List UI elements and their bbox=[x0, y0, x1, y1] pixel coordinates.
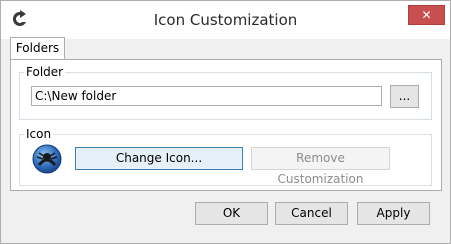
folder-group-label: Folder bbox=[24, 65, 66, 79]
tab-panel: Folder ... Icon Change Icon... bbox=[10, 59, 442, 191]
icon-customization-window: Icon Customization ✕ Folders Folder ... … bbox=[0, 0, 451, 244]
icon-group-label: Icon bbox=[24, 127, 54, 141]
change-icon-button[interactable]: Change Icon... bbox=[75, 147, 243, 170]
window-title: Icon Customization bbox=[153, 11, 298, 29]
icon-group: Icon Change Icon... Remove Customization bbox=[19, 127, 432, 186]
globe-folder-icon bbox=[32, 144, 62, 174]
cancel-button[interactable]: Cancel bbox=[275, 202, 348, 225]
tab-folders[interactable]: Folders bbox=[10, 37, 65, 59]
tab-strip: Folders bbox=[10, 37, 441, 59]
apply-button[interactable]: Apply bbox=[357, 202, 430, 225]
title-bar: Icon Customization ✕ bbox=[1, 1, 450, 39]
close-button[interactable]: ✕ bbox=[408, 5, 445, 25]
browse-button[interactable]: ... bbox=[390, 85, 419, 108]
remove-customization-button[interactable]: Remove Customization bbox=[251, 147, 390, 186]
ok-button[interactable]: OK bbox=[195, 202, 268, 225]
folder-path-input[interactable] bbox=[31, 86, 382, 106]
folder-group: Folder ... bbox=[19, 65, 432, 120]
